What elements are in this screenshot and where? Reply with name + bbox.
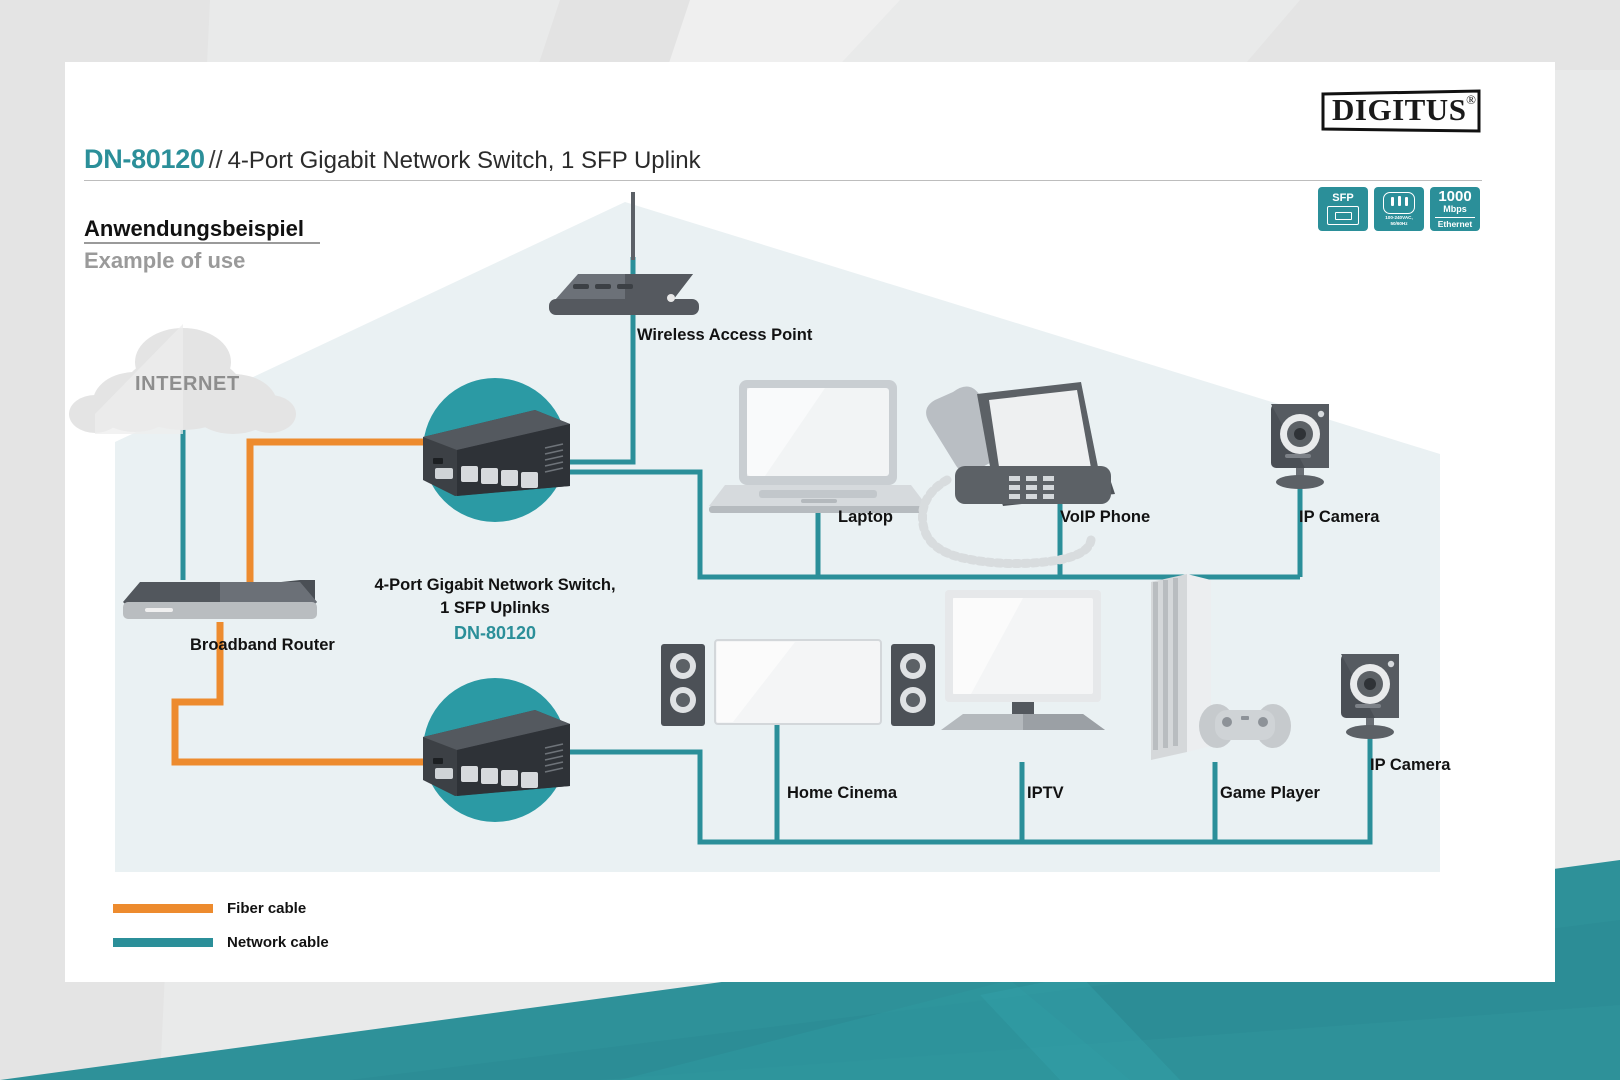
page-title: DN-80120//4-Port Gigabit Network Switch,… bbox=[84, 144, 1482, 175]
power-plug-icon bbox=[1383, 191, 1415, 214]
label-wireless-access-point: Wireless Access Point bbox=[637, 326, 813, 344]
laptop-icon bbox=[709, 380, 927, 513]
legend-swatch-network bbox=[113, 938, 213, 947]
label-voip-phone: VoIP Phone bbox=[1060, 508, 1151, 526]
section-heading-de: Anwendungsbeispiel bbox=[84, 216, 305, 241]
cable-legend: Fiber cable Network cable bbox=[113, 900, 329, 968]
label-switch-line2: 1 SFP Uplinks bbox=[440, 599, 550, 618]
home-cinema-icon bbox=[661, 639, 935, 726]
label-laptop: Laptop bbox=[838, 508, 893, 526]
legend-item-network: Network cable bbox=[113, 934, 329, 951]
slide-canvas: DIGITUS ® DN-80120//4-Port Gigabit Netwo… bbox=[0, 0, 1620, 1080]
ethernet-badge: 1000 Mbps Ethernet bbox=[1430, 187, 1480, 231]
ethernet-badge-speed: 1000 bbox=[1438, 188, 1472, 205]
digitus-logo: DIGITUS ® bbox=[1320, 88, 1482, 134]
sfp-port-icon bbox=[1327, 206, 1359, 226]
title-separator: // bbox=[208, 146, 223, 174]
broadband-router-icon bbox=[123, 580, 317, 619]
label-switch-device: 4-Port Gigabit Network Switch, 1 SFP Upl… bbox=[360, 574, 630, 646]
legend-label-network: Network cable bbox=[227, 934, 329, 951]
logo-registered-mark: ® bbox=[1466, 92, 1476, 107]
sfp-badge-label: SFP bbox=[1332, 191, 1354, 204]
label-game-player: Game Player bbox=[1220, 784, 1320, 802]
label-switch-model: DN-80120 bbox=[453, 622, 537, 643]
ethernet-badge-unit: Mbps bbox=[1443, 203, 1467, 214]
title-model: DN-80120 bbox=[84, 144, 205, 174]
power-badge-frequency: 50/60Hz bbox=[1390, 220, 1408, 226]
title-description: 4-Port Gigabit Network Switch, 1 SFP Upl… bbox=[227, 147, 701, 174]
legend-swatch-fiber bbox=[113, 904, 213, 913]
logo-wordmark: DIGITUS bbox=[1332, 92, 1467, 127]
title-divider bbox=[84, 180, 1482, 181]
label-internet: INTERNET bbox=[135, 373, 240, 395]
badge-divider bbox=[1318, 180, 1482, 181]
label-iptv: IPTV bbox=[1027, 784, 1064, 802]
power-badge: 100-240VAC, 50/60Hz bbox=[1374, 187, 1424, 231]
feature-badges: SFP 100-240VAC, 50/60Hz 1000 Mbps Ethern… bbox=[1318, 187, 1480, 231]
ethernet-badge-type: Ethernet bbox=[1435, 216, 1475, 229]
label-ip-camera-bottom: IP Camera bbox=[1370, 756, 1451, 774]
section-heading-en: Example of use bbox=[84, 248, 246, 273]
legend-item-fiber: Fiber cable bbox=[113, 900, 329, 917]
sfp-badge: SFP bbox=[1318, 187, 1368, 231]
label-switch-line1: 4-Port Gigabit Network Switch, bbox=[374, 576, 616, 594]
label-ip-camera-top: IP Camera bbox=[1299, 508, 1380, 526]
label-broadband-router: Broadband Router bbox=[190, 636, 335, 654]
section-heading-underline bbox=[84, 242, 320, 244]
label-home-cinema: Home Cinema bbox=[787, 784, 898, 802]
legend-label-fiber: Fiber cable bbox=[227, 900, 307, 917]
